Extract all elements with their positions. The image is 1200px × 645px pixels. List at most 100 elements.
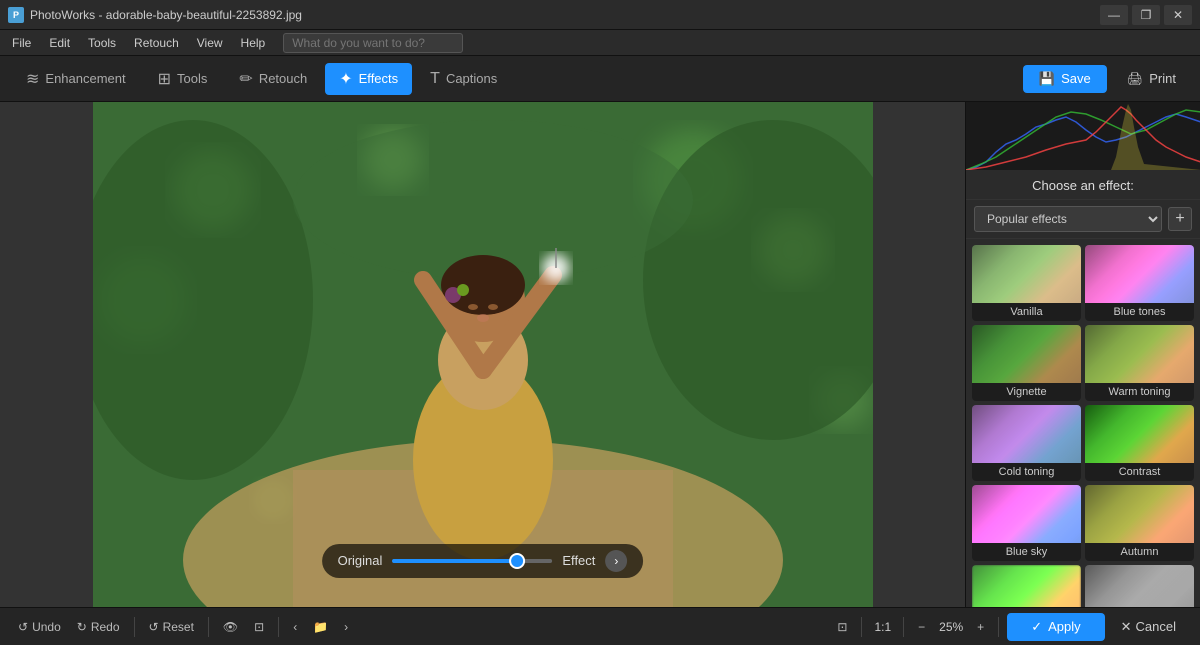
apply-label: Apply	[1048, 619, 1081, 634]
menu-view[interactable]: View	[189, 34, 231, 52]
menu-tools[interactable]: Tools	[80, 34, 124, 52]
compare-slider-bar[interactable]: Original Effect ›	[322, 544, 644, 578]
maximize-button[interactable]: ❐	[1132, 5, 1160, 25]
compare-fill	[392, 559, 512, 563]
effect-warm-toning[interactable]: Warm toning	[1085, 325, 1194, 401]
reset-label: Reset	[163, 620, 194, 634]
tools-icon: ⊞	[158, 69, 171, 89]
tab-enhancement[interactable]: ≋ Enhancement	[12, 63, 140, 95]
bottom-bar: ↺ Undo ↻ Redo ↺ Reset 👁 ⊡ ‹ 📁 › ⊡ 1:1 − …	[0, 607, 1200, 645]
slider-next-icon[interactable]: ›	[605, 550, 627, 572]
effect-autumn-thumb	[1085, 485, 1194, 543]
effect-vanilla-label: Vanilla	[972, 303, 1081, 321]
menu-edit[interactable]: Edit	[41, 34, 78, 52]
effects-panel-scroll[interactable]: Choose an effect: Popular effects + Vani…	[966, 170, 1200, 607]
save-icon: 💾	[1039, 71, 1055, 87]
cancel-label: Cancel	[1136, 619, 1176, 634]
tab-retouch[interactable]: ✏ Retouch	[225, 63, 321, 95]
undo-button[interactable]: ↺ Undo	[12, 616, 67, 638]
effect-bw[interactable]: Black & White	[1085, 565, 1194, 607]
effect-vignette[interactable]: Vignette	[972, 325, 1081, 401]
effect-label: Effect	[562, 553, 595, 568]
histogram	[966, 102, 1200, 170]
titlebar: P PhotoWorks - adorable-baby-beautiful-2…	[0, 0, 1200, 30]
print-label: Print	[1149, 71, 1176, 86]
crop-icon: ⊡	[254, 620, 264, 634]
folder-icon: 📁	[313, 620, 328, 634]
redo-icon: ↻	[77, 620, 87, 634]
open-folder-button[interactable]: 📁	[307, 616, 334, 638]
save-button[interactable]: 💾 Save	[1023, 65, 1107, 93]
eye-icon: 👁	[223, 620, 238, 634]
cancel-button[interactable]: ✕ Cancel	[1109, 613, 1188, 641]
close-button[interactable]: ✕	[1164, 5, 1192, 25]
effect-blue-sky[interactable]: Blue sky	[972, 485, 1081, 561]
photo-canvas: Original Effect ›	[93, 102, 873, 607]
separator-6	[998, 617, 999, 637]
zoom-out-button[interactable]: −	[912, 616, 931, 638]
reset-button[interactable]: ↺ Reset	[143, 616, 200, 638]
checkmark-icon: ✓	[1031, 619, 1042, 635]
menu-retouch[interactable]: Retouch	[126, 34, 187, 52]
tab-captions[interactable]: T Captions	[416, 64, 511, 94]
effect-vanilla[interactable]: Vanilla	[972, 245, 1081, 321]
separator-3	[278, 617, 279, 637]
preview-button[interactable]: 👁	[217, 616, 244, 638]
apply-button[interactable]: ✓ Apply	[1007, 613, 1104, 641]
tab-tools-label: Tools	[177, 71, 207, 86]
effect-autumn-label: Autumn	[1085, 543, 1194, 561]
app-logo: P	[8, 7, 24, 23]
effects-icon: ✦	[339, 69, 352, 89]
effect-blue-tones[interactable]: Blue tones	[1085, 245, 1194, 321]
nav-prev-button[interactable]: ‹	[287, 616, 303, 638]
fullscreen-icon: ⊡	[837, 620, 847, 634]
zoom-level: 25%	[935, 620, 967, 634]
effect-autumn[interactable]: Autumn	[1085, 485, 1194, 561]
tab-tools[interactable]: ⊞ Tools	[144, 63, 222, 95]
choose-effect-title: Choose an effect:	[966, 170, 1200, 200]
titlebar-controls: — ❐ ✕	[1100, 5, 1192, 25]
effect-blue-sky-label: Blue sky	[972, 543, 1081, 561]
menu-help[interactable]: Help	[233, 34, 274, 52]
tab-enhancement-label: Enhancement	[45, 71, 125, 86]
effect-contrast[interactable]: Contrast	[1085, 405, 1194, 481]
add-effect-button[interactable]: +	[1168, 207, 1192, 231]
effect-vignette-label: Vignette	[972, 383, 1081, 401]
effect-vignette-thumb	[972, 325, 1081, 383]
effect-warm-toning-thumb	[1085, 325, 1194, 383]
crop-button[interactable]: ⊡	[248, 616, 270, 638]
effect-cold-toning[interactable]: Cold toning	[972, 405, 1081, 481]
separator-4	[861, 617, 862, 637]
fullscreen-button[interactable]: ⊡	[831, 616, 853, 638]
effect-glow[interactable]: Glow	[972, 565, 1081, 607]
undo-label: Undo	[32, 620, 61, 634]
effects-category-dropdown[interactable]: Popular effects	[974, 206, 1162, 232]
search-input[interactable]	[283, 33, 463, 53]
menubar: File Edit Tools Retouch View Help	[0, 30, 1200, 56]
toolbar-right: 💾 Save 🖨 Print	[1023, 65, 1188, 93]
zoom-in-button[interactable]: +	[971, 616, 990, 638]
print-button[interactable]: 🖨 Print	[1115, 65, 1188, 93]
effect-vanilla-thumb	[972, 245, 1081, 303]
save-label: Save	[1061, 71, 1091, 86]
effect-bw-thumb	[1085, 565, 1194, 607]
tab-effects[interactable]: ✦ Effects	[325, 63, 412, 95]
zoom-ratio-label: 1:1	[870, 620, 895, 634]
nav-next-icon: ›	[344, 620, 348, 634]
enhancement-icon: ≋	[26, 69, 39, 89]
reset-icon: ↺	[149, 620, 159, 634]
compare-track[interactable]	[392, 559, 552, 563]
compare-thumb[interactable]	[509, 553, 525, 569]
minimize-button[interactable]: —	[1100, 5, 1128, 25]
tab-retouch-label: Retouch	[259, 71, 307, 86]
effect-blue-tones-thumb	[1085, 245, 1194, 303]
menu-file[interactable]: File	[4, 34, 39, 52]
effect-contrast-thumb	[1085, 405, 1194, 463]
right-panel: Choose an effect: Popular effects + Vani…	[965, 102, 1200, 607]
tab-captions-label: Captions	[446, 71, 497, 86]
tab-effects-label: Effects	[359, 71, 399, 86]
toolbar: ≋ Enhancement ⊞ Tools ✏ Retouch ✦ Effect…	[0, 56, 1200, 102]
original-label: Original	[338, 553, 383, 568]
nav-next-button[interactable]: ›	[338, 616, 354, 638]
redo-button[interactable]: ↻ Redo	[71, 616, 126, 638]
